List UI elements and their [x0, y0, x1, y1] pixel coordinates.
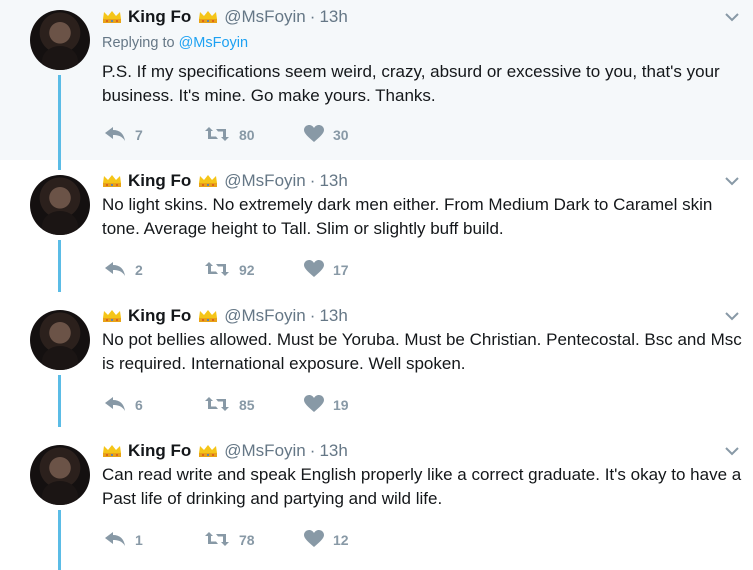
tweet-header: King Fo @MsFoyin · 13h [102, 6, 348, 28]
reply-count: 7 [135, 127, 143, 143]
heart-icon [304, 124, 333, 146]
reply-icon [104, 261, 135, 280]
heart-icon [304, 529, 333, 551]
separator: · [309, 441, 316, 460]
display-name[interactable]: King Fo [128, 171, 191, 191]
user-handle[interactable]: @MsFoyin [224, 306, 306, 326]
crown-emoji-icon [198, 444, 218, 458]
tweet-actions: 7 80 30 [104, 124, 349, 146]
reply-count: 6 [135, 397, 143, 413]
crown-emoji-icon [198, 309, 218, 323]
like-count: 30 [333, 127, 349, 143]
user-handle[interactable]: @MsFoyin [224, 441, 306, 461]
display-name[interactable]: King Fo [128, 441, 191, 461]
avatar[interactable] [30, 445, 90, 505]
avatar[interactable] [30, 310, 90, 370]
retweet-count: 92 [239, 262, 255, 278]
reply-button[interactable]: 7 [104, 126, 204, 145]
like-count: 12 [333, 532, 349, 548]
separator: · [309, 171, 316, 190]
reply-icon [104, 396, 135, 415]
thread-connector-line [58, 510, 61, 570]
like-button[interactable]: 17 [304, 259, 349, 281]
avatar[interactable] [30, 175, 90, 235]
reply-icon [104, 531, 135, 550]
timestamp[interactable]: 13h [319, 171, 347, 191]
tweet-actions: 2 92 17 [104, 259, 349, 281]
display-name[interactable]: King Fo [128, 306, 191, 326]
retweet-icon [204, 531, 239, 550]
tweet-header: King Fo @MsFoyin · 13h [102, 440, 348, 462]
retweet-button[interactable]: 78 [204, 531, 304, 550]
tweet-text: Can read write and speak English properl… [102, 465, 742, 508]
retweet-count: 80 [239, 127, 255, 143]
like-button[interactable]: 12 [304, 529, 349, 551]
retweet-count: 78 [239, 532, 255, 548]
crown-emoji-icon [102, 10, 122, 24]
retweet-count: 85 [239, 397, 255, 413]
timestamp[interactable]: 13h [319, 441, 347, 461]
user-handle[interactable]: @MsFoyin [224, 7, 306, 27]
replying-to: Replying to @MsFoyin [102, 35, 248, 51]
reply-count: 2 [135, 262, 143, 278]
timestamp[interactable]: 13h [319, 7, 347, 27]
tweet-header: King Fo @MsFoyin · 13h [102, 170, 348, 192]
reply-button[interactable]: 2 [104, 261, 204, 280]
crown-emoji-icon [102, 174, 122, 188]
user-handle[interactable]: @MsFoyin [224, 171, 306, 191]
retweet-icon [204, 396, 239, 415]
tweet-header: King Fo @MsFoyin · 13h [102, 305, 348, 327]
chevron-down-icon[interactable] [725, 309, 739, 323]
retweet-icon [204, 261, 239, 280]
tweet-actions: 6 85 19 [104, 394, 349, 416]
crown-emoji-icon [198, 174, 218, 188]
crown-emoji-icon [198, 10, 218, 24]
heart-icon [304, 394, 333, 416]
reply-button[interactable]: 6 [104, 396, 204, 415]
tweet-thread: King Fo @MsFoyin · 13h Replying to @MsFoyin… [0, 0, 753, 570]
retweet-button[interactable]: 92 [204, 261, 304, 280]
tweet-text: P.S. If my specifications seem weird, cr… [102, 62, 720, 105]
chevron-down-icon[interactable] [725, 444, 739, 458]
tweet-text: No pot bellies allowed. Must be Yoruba. … [102, 330, 742, 373]
avatar[interactable] [30, 10, 90, 70]
like-count: 19 [333, 397, 349, 413]
reply-button[interactable]: 1 [104, 531, 204, 550]
thread-connector-line [58, 240, 61, 292]
like-button[interactable]: 19 [304, 394, 349, 416]
display-name[interactable]: King Fo [128, 7, 191, 27]
reply-count: 1 [135, 532, 143, 548]
crown-emoji-icon [102, 309, 122, 323]
heart-icon [304, 259, 333, 281]
crown-emoji-icon [102, 444, 122, 458]
reply-icon [104, 126, 135, 145]
like-count: 17 [333, 262, 349, 278]
separator: · [309, 7, 316, 26]
retweet-button[interactable]: 80 [204, 126, 304, 145]
timestamp[interactable]: 13h [319, 306, 347, 326]
thread-connector-line [58, 375, 61, 427]
chevron-down-icon[interactable] [725, 10, 739, 24]
separator: · [309, 306, 316, 325]
thread-connector-line [58, 75, 61, 170]
tweet-text: No light skins. No extremely dark men ei… [102, 195, 713, 238]
chevron-down-icon[interactable] [725, 174, 739, 188]
retweet-icon [204, 126, 239, 145]
replying-to-label: Replying to [102, 35, 175, 51]
tweet-actions: 1 78 12 [104, 529, 349, 551]
like-button[interactable]: 30 [304, 124, 349, 146]
replying-to-link[interactable]: @MsFoyin [179, 35, 249, 51]
retweet-button[interactable]: 85 [204, 396, 304, 415]
